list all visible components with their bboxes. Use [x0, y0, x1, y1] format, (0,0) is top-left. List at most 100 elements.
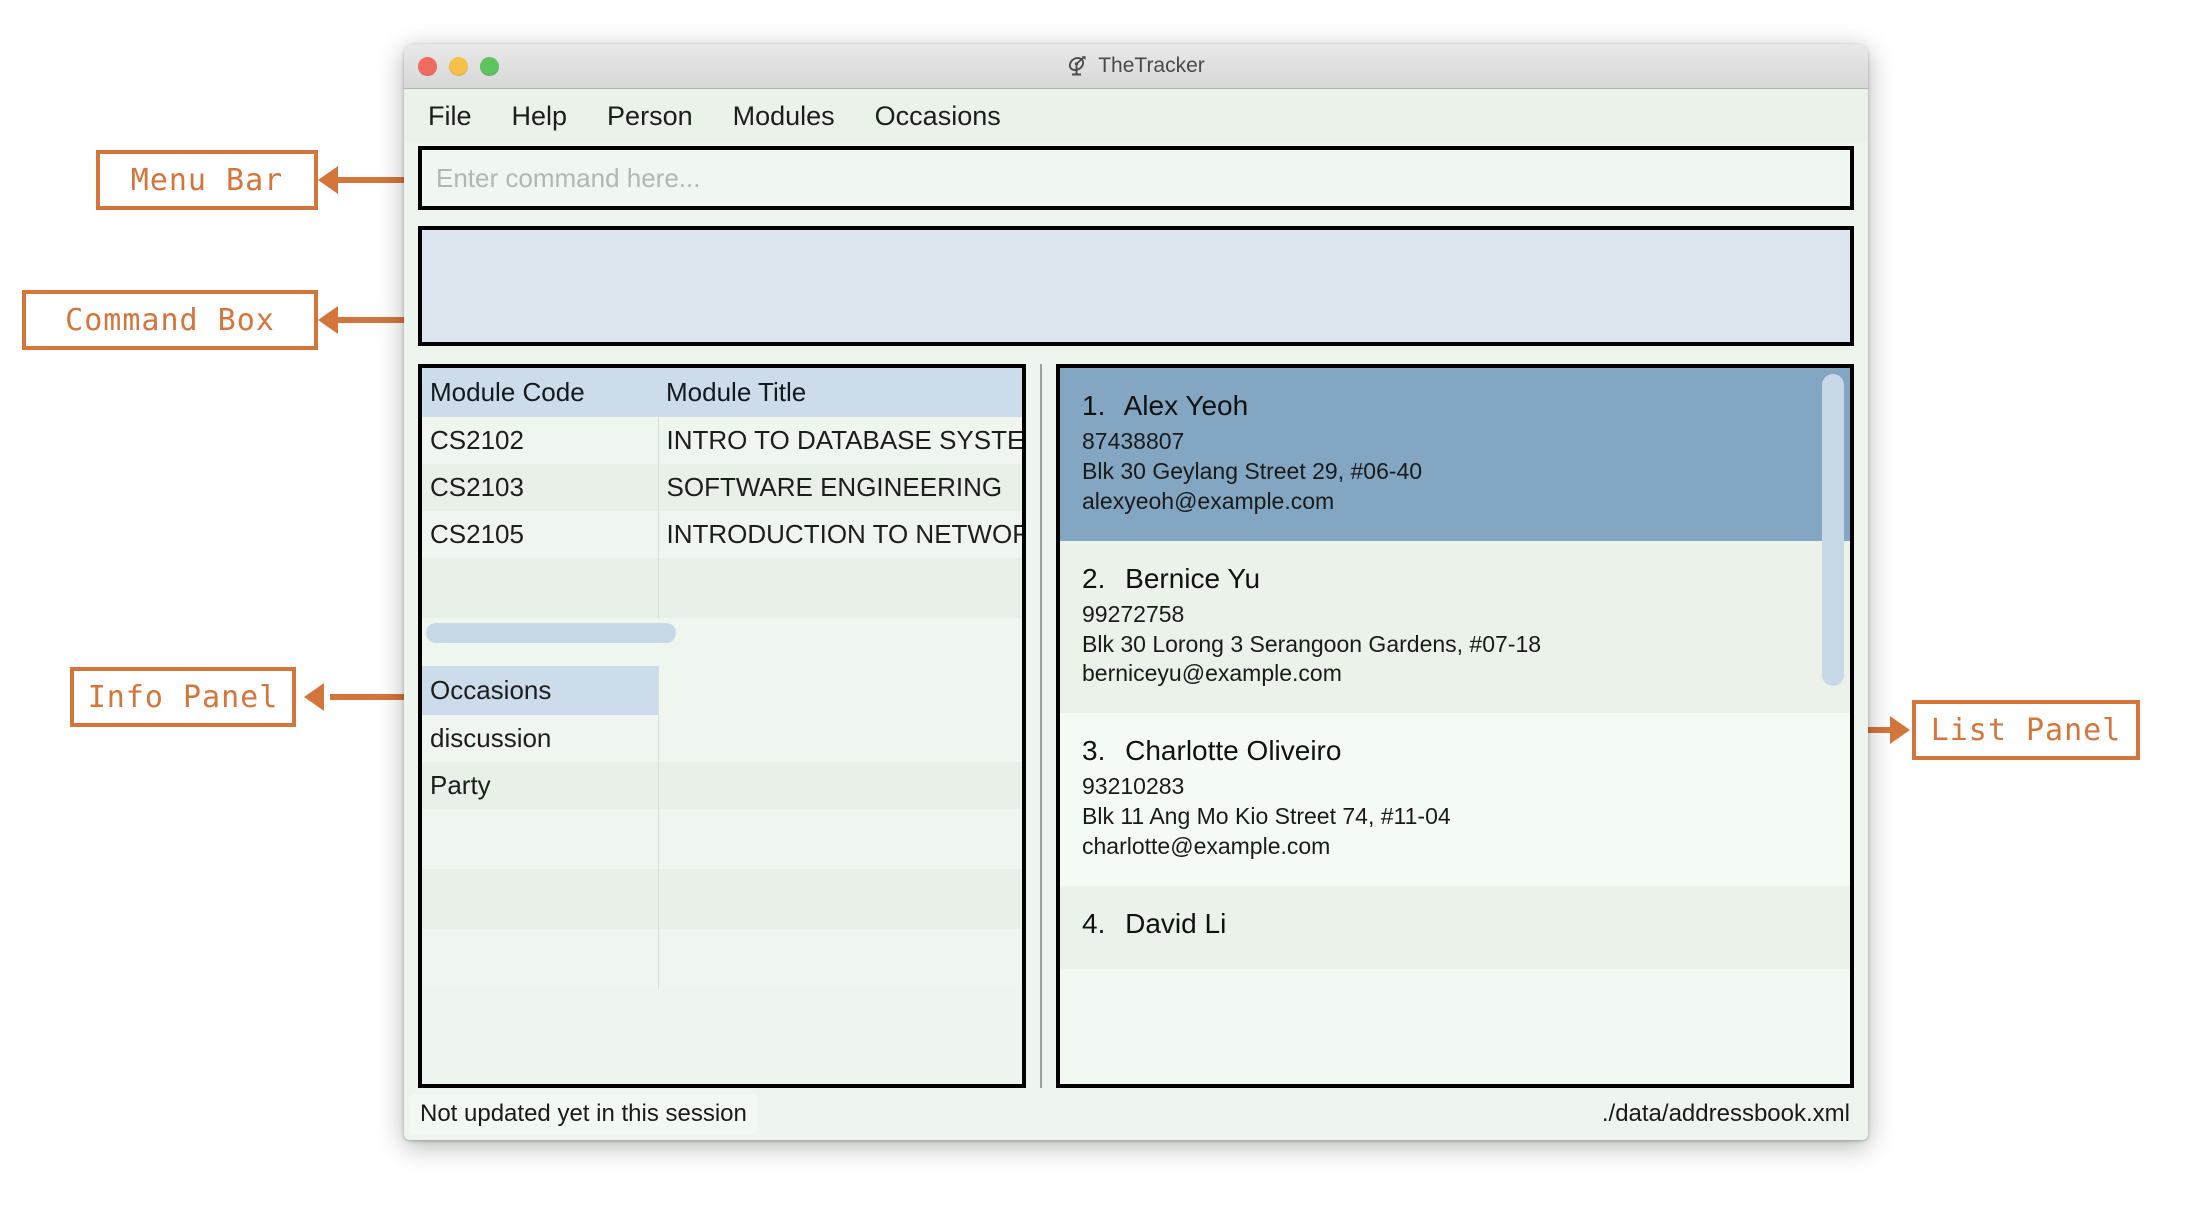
occasion-spacer-cell: [658, 762, 1022, 809]
annotation-command-box-label: Command Box: [65, 302, 275, 338]
annotation-list-panel-arrowhead: [1890, 716, 1910, 744]
person-name-row: 3. Charlotte Oliveiro: [1082, 735, 1830, 767]
person-name: David Li: [1125, 908, 1227, 940]
window-title: TheTracker: [1098, 54, 1205, 77]
menu-item-occasions[interactable]: Occasions: [873, 99, 1003, 134]
status-bar: Not updated yet in this session ./data/a…: [404, 1088, 1868, 1140]
list-vertical-scrollbar-thumb[interactable]: [1822, 374, 1844, 686]
person-list-item[interactable]: 2. Bernice Yu 99272758 Blk 30 Lorong 3 S…: [1060, 540, 1850, 714]
person-list-item[interactable]: 3. Charlotte Oliveiro 93210283 Blk 11 An…: [1060, 713, 1850, 887]
command-box-container: [404, 142, 1868, 210]
application-window: TheTracker File Help Person Modules Occa…: [404, 44, 1868, 1140]
occasions-table-row[interactable]: discussion: [422, 715, 1022, 762]
person-name-row: 1. Alex Yeoh: [1082, 390, 1830, 422]
person-name: Alex Yeoh: [1123, 390, 1249, 421]
module-title-cell: INTRODUCTION TO NETWORKS: [658, 511, 1022, 558]
module-code-cell: CS2102: [422, 417, 659, 464]
module-code-cell: CS2105: [422, 511, 659, 558]
annotation-info-panel: Info Panel: [70, 667, 296, 727]
result-display-text: [422, 230, 1850, 250]
occasions-column-header[interactable]: Occasions: [422, 666, 659, 715]
person-index: 2.: [1082, 562, 1106, 594]
info-panel-section-gap: [422, 648, 1022, 666]
person-email: charlotte@example.com: [1082, 833, 1331, 860]
person-index: 1.: [1082, 390, 1106, 421]
person-address: Blk 30 Geylang Street 29, #06-40: [1082, 457, 1423, 484]
occasions-empty-cell: [658, 809, 1022, 869]
maximize-window-button[interactable]: [480, 56, 499, 76]
modules-column-header-code[interactable]: Module Code: [422, 368, 658, 417]
minimize-window-button[interactable]: [449, 56, 468, 76]
modules-table-row[interactable]: CS2102 INTRO TO DATABASE SYSTEMS: [422, 417, 1022, 464]
person-phone: 99272758: [1082, 600, 1185, 627]
menu-item-help[interactable]: Help: [510, 99, 570, 134]
person-name: Bernice Yu: [1125, 562, 1261, 594]
person-index: 3.: [1082, 735, 1106, 767]
module-title-cell: SOFTWARE ENGINEERING: [658, 464, 1022, 511]
module-title-cell: INTRO TO DATABASE SYSTEMS: [658, 417, 1022, 464]
person-list-item[interactable]: 1. Alex Yeoh 87438807 Blk 30 Geylang Str…: [1060, 368, 1850, 541]
annotation-list-panel: List Panel: [1912, 700, 2140, 760]
person-list: 1. Alex Yeoh 87438807 Blk 30 Geylang Str…: [1060, 368, 1850, 1084]
occasion-name-cell: discussion: [422, 715, 659, 762]
occasions-empty-cell: [422, 929, 659, 989]
modules-table-row[interactable]: CS2103 SOFTWARE ENGINEERING: [422, 464, 1022, 511]
window-controls: [418, 56, 499, 76]
main-content-split: Module Code Module Title CS2102 INTRO TO…: [404, 346, 1868, 1088]
menu-item-modules[interactable]: Modules: [731, 99, 837, 134]
modules-table-row[interactable]: CS2105 INTRODUCTION TO NETWORKS: [422, 511, 1022, 558]
person-phone: 93210283: [1082, 773, 1185, 800]
occasions-header-spacer: [658, 666, 1022, 715]
person-name-row: 4. David Li: [1082, 908, 1830, 940]
occasions-table-empty-row: [422, 869, 1022, 929]
annotation-menu-bar-arrowhead: [318, 166, 338, 194]
occasions-table-header-row: Occasions: [422, 666, 1022, 715]
person-email: berniceyu@example.com: [1082, 660, 1342, 687]
occasions-empty-cell: [658, 929, 1022, 989]
title-bar: TheTracker: [404, 44, 1868, 89]
annotation-info-panel-label: Info Panel: [87, 679, 279, 715]
occasion-name-cell: Party: [422, 762, 659, 809]
modules-empty-cell: [422, 558, 659, 618]
annotation-command-box-arrowhead: [318, 306, 338, 334]
menu-bar: File Help Person Modules Occasions: [404, 89, 1868, 142]
list-panel: 1. Alex Yeoh 87438807 Blk 30 Geylang Str…: [1056, 364, 1854, 1088]
modules-table-empty-row: [422, 558, 1022, 618]
menu-item-file[interactable]: File: [426, 99, 474, 134]
command-input[interactable]: [418, 146, 1854, 210]
person-name: Charlotte Oliveiro: [1125, 735, 1342, 767]
occasions-table-empty-row: [422, 809, 1022, 869]
person-phone: 87438807: [1082, 428, 1185, 454]
modules-table: Module Code Module Title CS2102 INTRO TO…: [422, 368, 1022, 618]
annotation-command-box: Command Box: [22, 290, 318, 350]
panel-split-divider[interactable]: [1026, 364, 1056, 1088]
occasions-empty-cell: [658, 869, 1022, 929]
modules-column-header-title[interactable]: Module Title: [658, 368, 1022, 417]
annotation-menu-bar: Menu Bar: [96, 150, 318, 210]
save-location-text: ./data/addressbook.xml: [1601, 1100, 1850, 1127]
occasion-spacer-cell: [658, 715, 1022, 762]
person-list-item[interactable]: 4. David Li: [1060, 886, 1850, 970]
person-email: alexyeoh@example.com: [1082, 487, 1335, 514]
occasions-empty-cell: [422, 809, 659, 869]
menu-item-person[interactable]: Person: [605, 99, 695, 134]
modules-horizontal-scrollbar[interactable]: [422, 618, 1022, 648]
modules-horizontal-scrollbar-thumb[interactable]: [426, 623, 676, 643]
occasions-table-empty-row: [422, 929, 1022, 989]
modules-empty-cell: [658, 558, 1022, 618]
annotation-list-panel-label: List Panel: [1930, 712, 2122, 748]
sync-status-text: Not updated yet in this session: [410, 1094, 757, 1134]
info-panel: Module Code Module Title CS2102 INTRO TO…: [418, 364, 1026, 1088]
occasions-empty-cell: [422, 869, 659, 929]
annotation-menu-bar-label: Menu Bar: [130, 162, 284, 198]
result-display-container: [404, 210, 1868, 346]
satellite-dish-icon: [1067, 54, 1091, 78]
occasions-table: Occasions discussion Party: [422, 666, 1022, 989]
annotation-info-panel-arrowhead: [304, 683, 324, 711]
modules-table-header-row: Module Code Module Title: [422, 368, 1022, 417]
person-address: Blk 30 Lorong 3 Serangoon Gardens, #07-1…: [1082, 630, 1542, 657]
close-window-button[interactable]: [418, 56, 437, 76]
result-display-box: [418, 226, 1854, 346]
occasions-table-row[interactable]: Party: [422, 762, 1022, 809]
person-address: Blk 11 Ang Mo Kio Street 74, #11-04: [1082, 803, 1451, 830]
